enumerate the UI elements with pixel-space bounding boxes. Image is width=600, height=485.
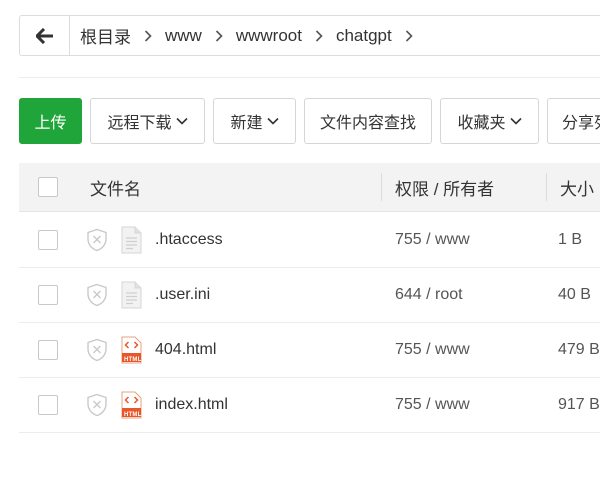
row-checkbox[interactable] (38, 395, 58, 415)
text-file-icon (121, 213, 142, 267)
file-permission[interactable]: 755 / www (395, 213, 470, 267)
row-checkbox[interactable] (38, 340, 58, 360)
chevron-right-icon (144, 29, 152, 42)
favorites-label: 收藏夹 (457, 115, 506, 132)
back-button[interactable] (20, 16, 70, 55)
chevron-down-icon (175, 117, 188, 125)
file-permission[interactable]: 644 / root (395, 268, 463, 322)
column-header-size[interactable]: 大小 (560, 175, 594, 200)
remote-download-button[interactable]: 远程下载 (90, 98, 205, 144)
shield-icon[interactable] (86, 213, 108, 267)
file-name[interactable]: .user.ini (155, 268, 210, 322)
table-row[interactable]: .htaccess 755 / www 1 B (19, 213, 600, 268)
file-name[interactable]: index.html (155, 378, 228, 432)
breadcrumb-chatgpt[interactable]: chatgpt (336, 26, 392, 46)
column-divider (546, 173, 547, 201)
html-file-icon: HTML (121, 378, 142, 432)
breadcrumb-root[interactable]: 根目录 (80, 23, 131, 48)
file-name[interactable]: .htaccess (155, 213, 223, 267)
share-list-button[interactable]: 分享列 (547, 98, 600, 144)
file-size: 1 B (558, 231, 583, 248)
text-file-icon (121, 268, 142, 322)
file-size: 917 B (558, 396, 600, 413)
shield-icon[interactable] (86, 268, 108, 322)
column-divider (381, 173, 382, 201)
remote-download-label: 远程下载 (107, 115, 172, 132)
file-permission[interactable]: 755 / www (395, 323, 470, 377)
html-badge-label: HTML (124, 412, 142, 418)
breadcrumb-www[interactable]: www (165, 26, 202, 46)
new-label: 新建 (230, 115, 263, 132)
upload-button[interactable]: 上传 (19, 98, 82, 144)
html-file-icon: HTML (121, 323, 142, 377)
toolbar: 上传 远程下载 新建 文件内容查找 收藏夹 分享列 (19, 98, 600, 144)
shield-icon[interactable] (86, 323, 108, 377)
breadcrumb-bar: 根目录 www wwwroot chatgpt (19, 15, 600, 56)
table-row[interactable]: HTML index.html 755 / www 917 B (19, 378, 600, 433)
html-badge-label: HTML (124, 357, 142, 363)
row-checkbox[interactable] (38, 285, 58, 305)
chevron-right-icon (315, 29, 323, 42)
row-checkbox[interactable] (38, 230, 58, 250)
divider (19, 77, 600, 78)
file-permission[interactable]: 755 / www (395, 378, 470, 432)
new-button[interactable]: 新建 (213, 98, 296, 144)
file-name[interactable]: 404.html (155, 323, 216, 377)
arrow-left-icon (35, 27, 53, 44)
column-header-name[interactable]: 文件名 (90, 175, 141, 200)
breadcrumb: 根目录 www wwwroot chatgpt (70, 23, 426, 48)
file-size: 479 B (558, 341, 600, 358)
shield-icon[interactable] (86, 378, 108, 432)
table-row[interactable]: .user.ini 644 / root 40 B (19, 268, 600, 323)
favorites-button[interactable]: 收藏夹 (440, 98, 539, 144)
table-row[interactable]: HTML 404.html 755 / www 479 B (19, 323, 600, 378)
content-search-button[interactable]: 文件内容查找 (304, 98, 432, 144)
column-header-permission[interactable]: 权限 / 所有者 (395, 175, 494, 200)
table-header: 文件名 权限 / 所有者 大小 (19, 163, 600, 212)
chevron-right-icon (405, 29, 413, 42)
chevron-down-icon (266, 117, 279, 125)
chevron-down-icon (509, 117, 522, 125)
breadcrumb-wwwroot[interactable]: wwwroot (236, 26, 302, 46)
select-all-checkbox[interactable] (38, 177, 58, 197)
chevron-right-icon (215, 29, 223, 42)
file-size: 40 B (558, 286, 591, 303)
